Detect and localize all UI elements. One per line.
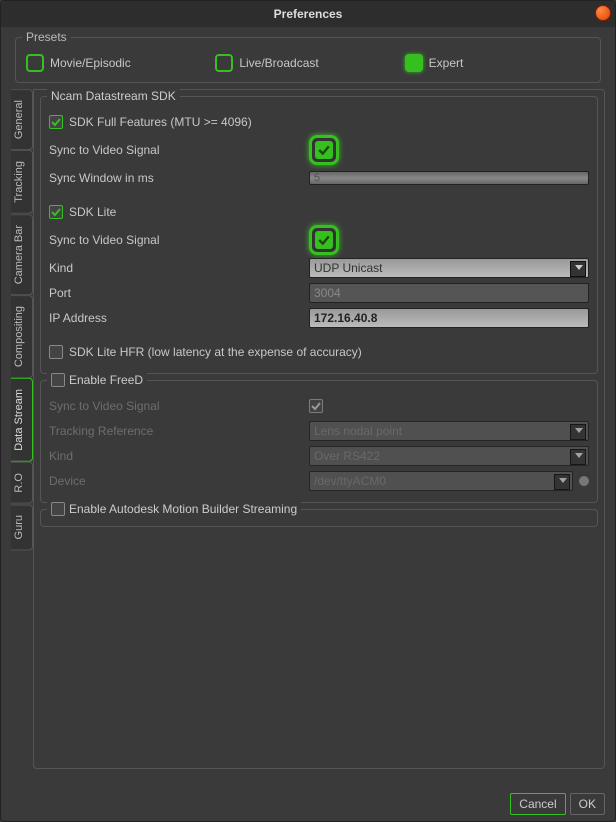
port-input[interactable]: 3004 bbox=[309, 283, 589, 303]
freed-ref-label: Tracking Reference bbox=[49, 424, 153, 438]
preset-expert-checkbox[interactable] bbox=[405, 54, 423, 72]
amb-enable-checkbox[interactable] bbox=[51, 502, 65, 516]
sdk-full-checkbox[interactable] bbox=[49, 115, 63, 129]
tab-compositing[interactable]: Compositing bbox=[11, 295, 33, 378]
kind-label: Kind bbox=[49, 261, 73, 275]
sync-window-label: Sync Window in ms bbox=[49, 171, 154, 185]
cancel-button[interactable]: Cancel bbox=[510, 793, 565, 815]
preset-live-label: Live/Broadcast bbox=[239, 56, 318, 70]
sync-window-slider[interactable]: 5 bbox=[309, 171, 589, 185]
sdk-hfr-label: SDK Lite HFR (low latency at the expense… bbox=[69, 345, 362, 359]
tab-guru[interactable]: Guru bbox=[11, 504, 33, 550]
sdk-lite-label: SDK Lite bbox=[69, 205, 116, 219]
chevron-down-icon bbox=[559, 478, 567, 483]
tab-general[interactable]: General bbox=[11, 89, 33, 150]
sdk-hfr-checkbox[interactable] bbox=[49, 345, 63, 359]
chevron-down-icon bbox=[575, 428, 583, 433]
sdk-lite-checkbox[interactable] bbox=[49, 205, 63, 219]
ok-button[interactable]: OK bbox=[570, 793, 605, 815]
tab-ro[interactable]: R.O bbox=[11, 462, 33, 504]
preset-movie-checkbox[interactable] bbox=[26, 54, 44, 72]
preset-movie-label: Movie/Episodic bbox=[50, 56, 131, 70]
sync-video1-checkbox[interactable] bbox=[309, 135, 339, 165]
sdk-section: Ncam Datastream SDK SDK Full Features (M… bbox=[40, 96, 598, 374]
port-label: Port bbox=[49, 286, 71, 300]
amb-section-title: Enable Autodesk Motion Builder Streaming bbox=[69, 502, 297, 516]
freed-ref-dropdown[interactable]: Lens nodal point bbox=[309, 421, 589, 441]
sync-video2-checkbox[interactable] bbox=[309, 225, 339, 255]
chevron-down-icon bbox=[575, 265, 583, 270]
sync-video2-label: Sync to Video Signal bbox=[49, 233, 160, 247]
freed-kind-label: Kind bbox=[49, 449, 73, 463]
sdk-section-title: Ncam Datastream SDK bbox=[47, 89, 180, 103]
tab-camera-bar[interactable]: Camera Bar bbox=[11, 214, 33, 295]
sdk-full-label: SDK Full Features (MTU >= 4096) bbox=[69, 115, 252, 129]
presets-label: Presets bbox=[22, 30, 71, 44]
window-title: Preferences bbox=[274, 7, 343, 21]
device-status-icon bbox=[579, 476, 589, 486]
vertical-tabs: General Tracking Camera Bar Compositing … bbox=[11, 89, 33, 769]
tab-content: Ncam Datastream SDK SDK Full Features (M… bbox=[33, 89, 605, 769]
freed-section-title: Enable FreeD bbox=[69, 373, 143, 387]
freed-enable-checkbox[interactable] bbox=[51, 373, 65, 387]
preset-live-checkbox[interactable] bbox=[215, 54, 233, 72]
presets-group: Presets Movie/Episodic Live/Broadcast Ex… bbox=[15, 37, 601, 83]
tab-tracking[interactable]: Tracking bbox=[11, 150, 33, 214]
amb-section: Enable Autodesk Motion Builder Streaming bbox=[40, 509, 598, 527]
kind-dropdown[interactable]: UDP Unicast bbox=[309, 258, 589, 278]
preferences-window: Preferences Presets Movie/Episodic Live/… bbox=[0, 0, 616, 822]
freed-sync-checkbox[interactable] bbox=[309, 399, 323, 413]
freed-section: Enable FreeD Sync to Video Signal Tracki… bbox=[40, 380, 598, 503]
freed-device-dropdown[interactable]: /dev/ttyACM0 bbox=[309, 471, 573, 491]
close-icon[interactable] bbox=[595, 5, 611, 21]
freed-kind-dropdown[interactable]: Over RS422 bbox=[309, 446, 589, 466]
preset-expert-label: Expert bbox=[429, 56, 464, 70]
sync-video1-label: Sync to Video Signal bbox=[49, 143, 160, 157]
freed-sync-label: Sync to Video Signal bbox=[49, 399, 160, 413]
freed-device-label: Device bbox=[49, 474, 86, 488]
tab-data-stream[interactable]: Data Stream bbox=[11, 378, 33, 462]
ip-input[interactable]: 172.16.40.8 bbox=[309, 308, 589, 328]
chevron-down-icon bbox=[575, 453, 583, 458]
ip-label: IP Address bbox=[49, 311, 107, 325]
titlebar: Preferences bbox=[1, 1, 615, 27]
